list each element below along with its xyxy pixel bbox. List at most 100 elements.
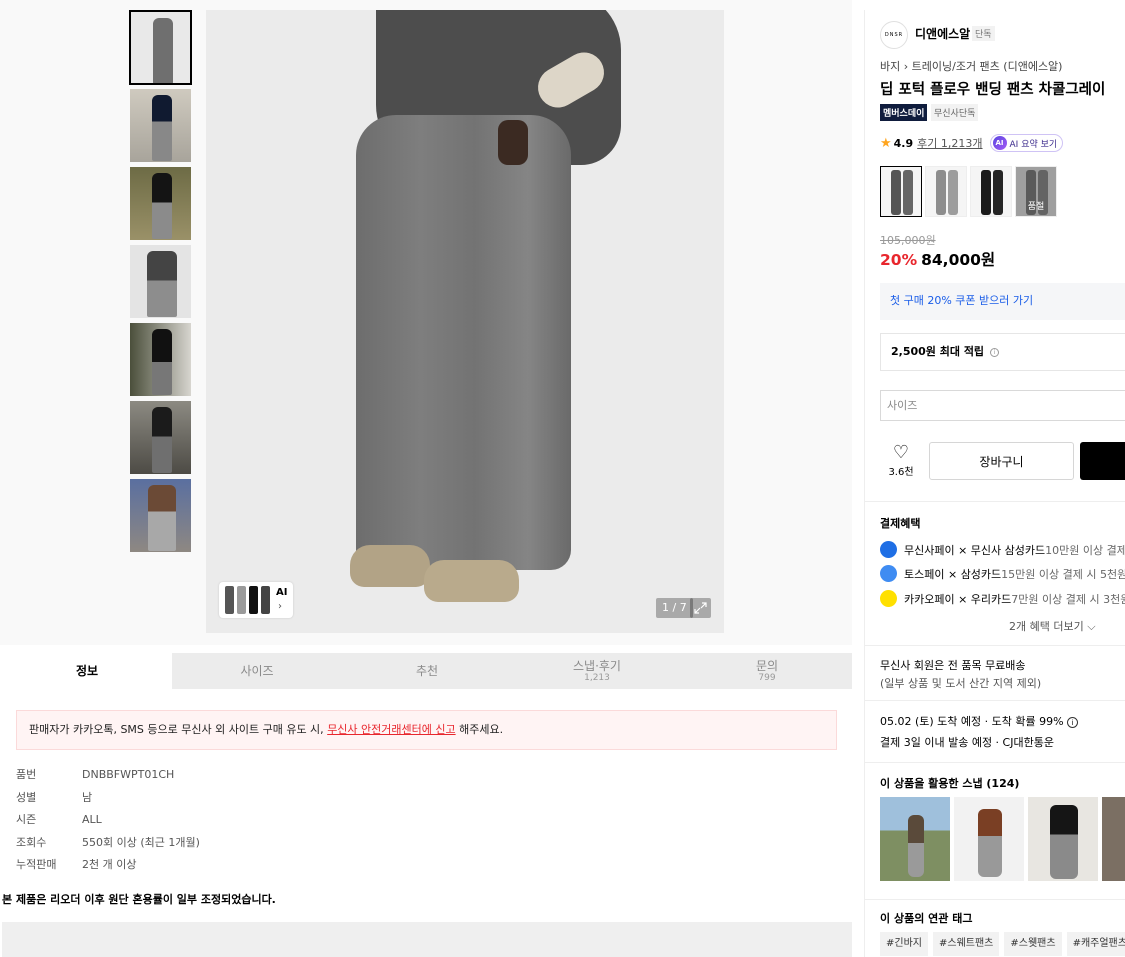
product-spec-list: 품번 DNBBFWPT01CH 성별 남 시즌 ALL 조회수 550회 이상 (최근 … xyxy=(16,763,200,876)
snap-image[interactable] xyxy=(954,797,1024,881)
snap-image[interactable] xyxy=(1028,797,1098,881)
payment-benefits-title: 결제혜택 xyxy=(880,517,921,530)
like-button[interactable]: ♡ 3.6천 xyxy=(885,442,917,479)
thumbnail-2[interactable] xyxy=(129,88,192,163)
snap-list xyxy=(880,797,1125,881)
color-options: 품절 xyxy=(880,166,1057,217)
add-to-cart-button[interactable]: 장바구니 xyxy=(929,442,1074,480)
benefit-detail: 7만원 이상 결제 시 3천원 할 xyxy=(1011,592,1125,606)
reorder-notice: 본 제품은 리오더 이후 원단 혼용률이 일부 조정되었습니다. xyxy=(2,893,276,906)
spec-row: 품번 DNBBFWPT01CH xyxy=(16,763,200,786)
thumbnail-4[interactable] xyxy=(129,244,192,319)
tag-chip[interactable]: #캐주얼팬츠 xyxy=(1066,932,1125,956)
tag-chip[interactable]: #스웨트팬츠 xyxy=(932,932,1000,956)
spec-value: ALL xyxy=(82,812,102,826)
breadcrumb[interactable]: 바지 › 트레이닝/조거 팬츠 (디앤에스알) xyxy=(880,58,1062,74)
color-option-black[interactable] xyxy=(970,166,1012,217)
spec-row: 시즌 ALL xyxy=(16,808,200,831)
expand-icon[interactable] xyxy=(690,598,711,618)
divider xyxy=(865,899,1125,900)
spec-row: 누적판매 2천 개 이상 xyxy=(16,853,200,876)
related-tags: #긴바지 #스웨트팬츠 #스웻팬츠 #캐주얼팬츠 xyxy=(880,932,1125,956)
product-title: 딥 포턱 플로우 밴딩 팬츠 차콜그레이 xyxy=(880,82,1106,98)
warning-text-end: 해주세요. xyxy=(455,723,504,736)
thumbnail-list xyxy=(129,10,192,556)
chevron-right-icon: › xyxy=(278,601,282,612)
photo-hand xyxy=(498,120,528,165)
thumbnail-1[interactable] xyxy=(129,10,192,85)
fraud-warning-banner: 판매자가 카카오톡, SMS 등으로 무신사 외 사이트 구매 유도 시, 무신… xyxy=(16,710,837,750)
tab-label: 정보 xyxy=(75,664,99,678)
warning-text: 판매자가 카카오톡, SMS 등으로 무신사 외 사이트 구매 유도 시, xyxy=(29,723,328,736)
benefit-detail: 15만원 이상 결제 시 5천원 할 xyxy=(1001,567,1125,581)
photo-shoe-left xyxy=(350,545,430,587)
thumbnail-5[interactable] xyxy=(129,322,192,397)
image-counter: 1 / 7 xyxy=(656,598,693,618)
spec-value: 2천 개 이상 xyxy=(82,858,137,872)
toss-pay-icon xyxy=(880,565,897,582)
tab-count: 1,213 xyxy=(584,672,610,683)
brand-logo[interactable]: DNSR xyxy=(880,21,908,49)
spec-key: 품번 xyxy=(16,768,37,782)
exclusive-badge: 단독 xyxy=(972,26,995,41)
tab-snap-review[interactable]: 스냅·후기 1,213 xyxy=(512,653,682,689)
detail-image-placeholder xyxy=(2,922,852,957)
tab-inquiry[interactable]: 문의 799 xyxy=(682,653,852,689)
tag-chip[interactable]: #긴바지 xyxy=(880,932,928,956)
brand-name[interactable]: 디앤에스알 xyxy=(915,25,970,42)
shipping-exception-text: (일부 상품 및 도서 산간 지역 제외) xyxy=(880,677,1042,690)
divider xyxy=(865,762,1125,763)
main-product-image[interactable] xyxy=(206,10,724,633)
size-select[interactable]: 사이즈 xyxy=(880,390,1125,421)
tag-chip[interactable]: #스웻팬츠 xyxy=(1004,932,1062,956)
report-link[interactable]: 무신사 안전거래센터에 신고 xyxy=(327,723,455,736)
rating-row: ★ 4.9 후기 1,213개 AI AI 요약 보기 xyxy=(880,134,1064,152)
color-option-charcoal[interactable] xyxy=(880,166,922,217)
musinsa-pay-icon xyxy=(880,541,897,558)
ai-summary-button[interactable]: AI AI 요약 보기 xyxy=(989,134,1064,152)
info-icon[interactable]: i xyxy=(989,347,999,357)
photo-shoe-right xyxy=(424,560,519,602)
more-benefits-button[interactable]: 2개 혜택 더보기 ⌵ xyxy=(1009,618,1096,634)
star-icon: ★ xyxy=(880,135,892,151)
heart-icon: ♡ xyxy=(892,442,910,463)
rating-score: 4.9 xyxy=(893,136,914,150)
tab-recommend[interactable]: 추천 xyxy=(342,653,512,689)
payment-benefit-row: 토스페이 × 삼성카드 15만원 이상 결제 시 5천원 할 xyxy=(880,565,1125,582)
photo-pants xyxy=(356,115,571,570)
price-row: 20% 84,000원 xyxy=(880,248,995,270)
kakao-pay-icon xyxy=(880,590,897,607)
info-icon[interactable]: i xyxy=(1067,716,1079,728)
spec-row: 성별 남 xyxy=(16,786,200,809)
snap-image[interactable] xyxy=(880,797,950,881)
points-label: 2,500원 최대 적립 xyxy=(891,345,985,358)
points-box[interactable]: 2,500원 최대 적립 i xyxy=(880,333,1125,371)
spec-value: DNBBFWPT01CH xyxy=(82,767,175,781)
benefit-name: 토스페이 × 삼성카드 xyxy=(904,567,1002,581)
color-option-sold-out[interactable]: 품절 xyxy=(1015,166,1057,217)
review-link[interactable]: 후기 1,213개 xyxy=(917,135,982,151)
delivery-estimate-text: 05.02 (토) 도착 예정 · 도착 확률 99% xyxy=(880,715,1064,728)
tab-info[interactable]: 정보 xyxy=(2,653,172,689)
ai-similar-items-chip[interactable]: AI › xyxy=(219,582,293,618)
related-tags-title: 이 상품의 연관 태그 xyxy=(880,912,973,925)
snap-image[interactable] xyxy=(1102,797,1125,881)
color-option-gray[interactable] xyxy=(925,166,967,217)
first-purchase-coupon-button[interactable]: 첫 구매 20% 쿠폰 받으러 가기 xyxy=(880,283,1125,320)
buy-button[interactable] xyxy=(1080,442,1125,480)
thumbnail-6[interactable] xyxy=(129,400,192,475)
delivery-estimate: 05.02 (토) 도착 예정 · 도착 확률 99% i xyxy=(880,713,1079,729)
thumbnail-3[interactable] xyxy=(129,166,192,241)
divider xyxy=(865,645,1125,646)
spec-row: 조회수 550회 이상 (최근 1개월) xyxy=(16,831,200,854)
ai-icon: AI xyxy=(992,136,1007,150)
benefit-name: 무신사페이 × 무신사 삼성카드 xyxy=(904,543,1046,557)
tab-label: 문의 xyxy=(755,658,779,673)
tab-count: 799 xyxy=(758,672,776,683)
purchase-panel: DNSR 디앤에스알 단독 바지 › 트레이닝/조거 팬츠 (디앤에스알) 딥 … xyxy=(864,10,1125,957)
discount-rate: 20% xyxy=(880,251,918,269)
musinsa-exclusive-badge: 무신사단독 xyxy=(931,104,979,121)
tab-size[interactable]: 사이즈 xyxy=(172,653,342,689)
original-price: 105,000원 xyxy=(880,234,936,247)
thumbnail-7[interactable] xyxy=(129,478,192,553)
